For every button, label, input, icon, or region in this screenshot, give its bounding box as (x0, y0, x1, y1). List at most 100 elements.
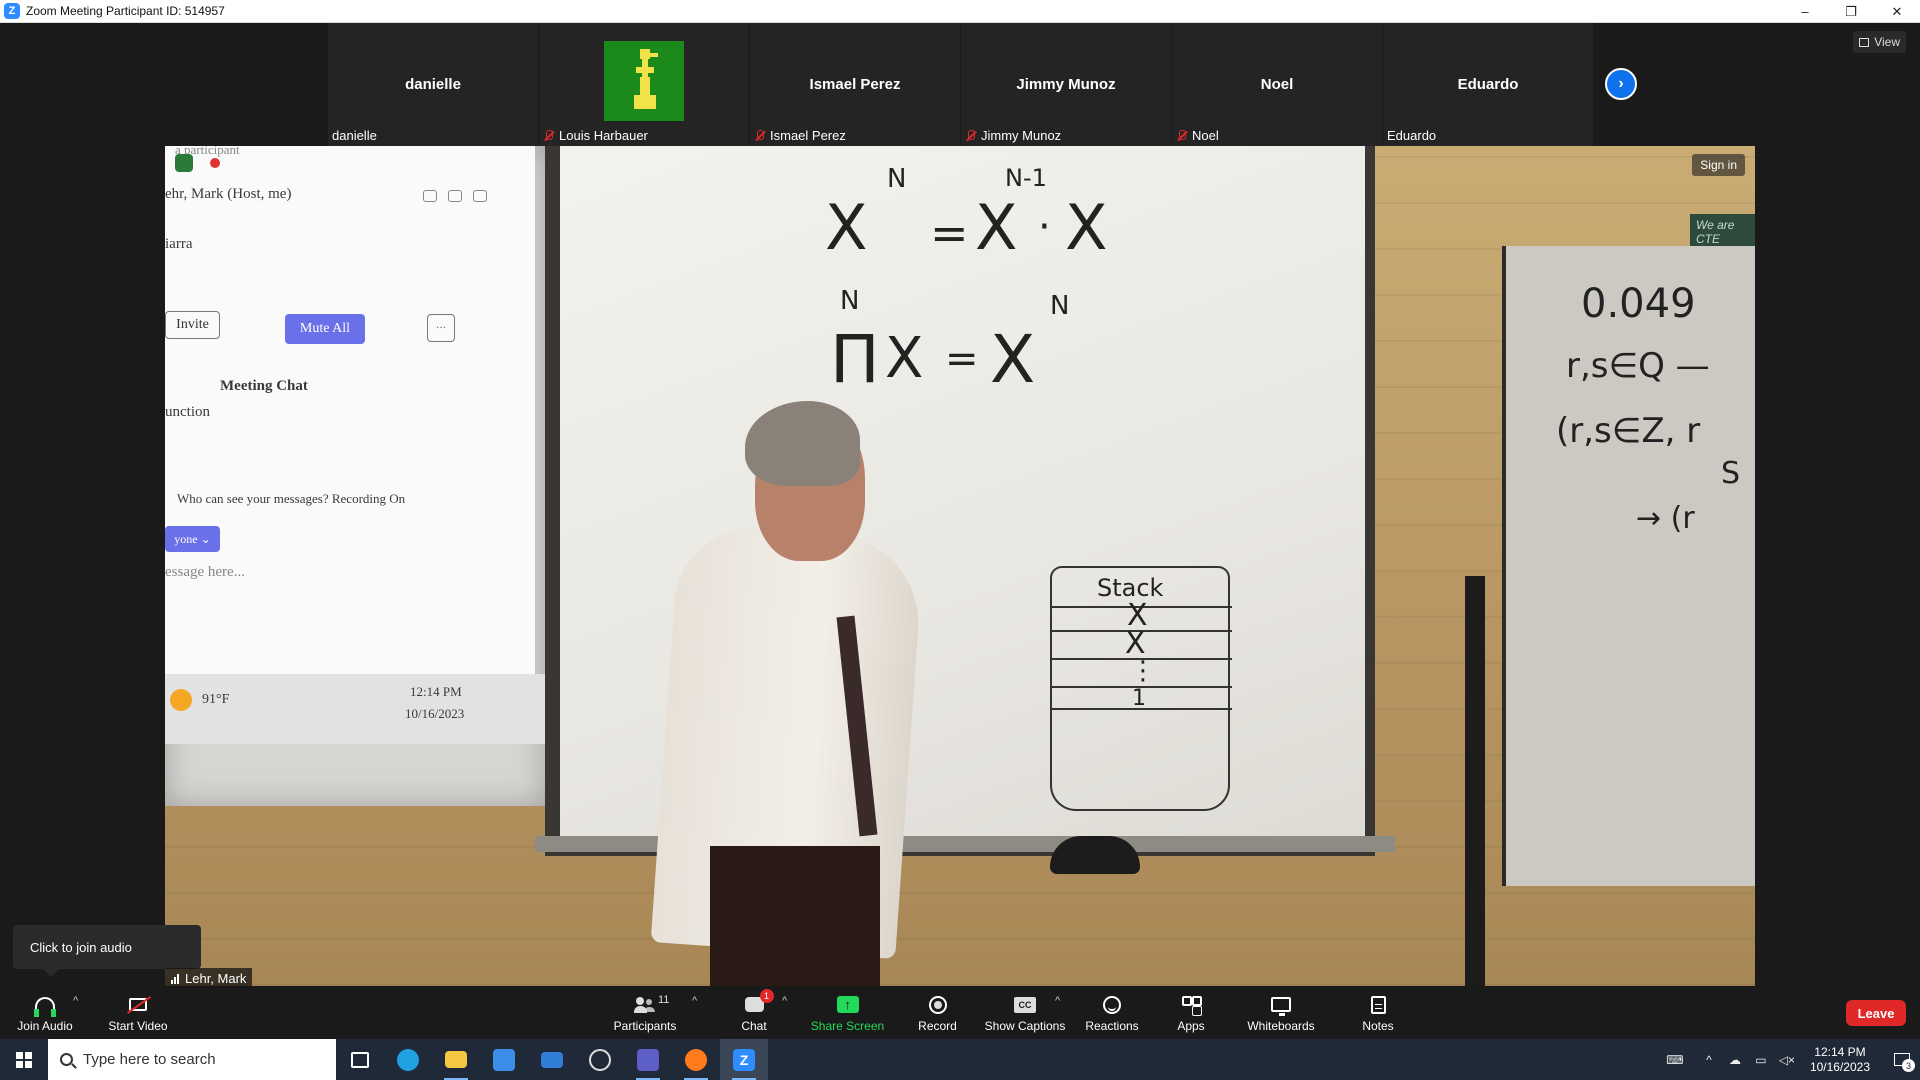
store-icon (493, 1048, 515, 1071)
apps-icon (1182, 995, 1202, 1014)
whiteboards-button[interactable]: Whiteboards (1240, 987, 1322, 1039)
chat-icon: 1 (744, 989, 774, 1012)
onedrive-cloud-icon[interactable]: ☁ (1722, 1039, 1748, 1080)
signal-strength-icon (171, 973, 179, 984)
window-titlebar: Z Zoom Meeting Participant ID: 514957 – … (0, 0, 1920, 23)
whiteboard-text: N (840, 286, 860, 316)
network-icon[interactable]: ▭ (1748, 1039, 1774, 1080)
taskbar-app-dev[interactable] (576, 1039, 624, 1080)
weather-sun-icon (170, 689, 192, 711)
participant-tile[interactable]: Eduardo Eduardo (1383, 23, 1593, 146)
leave-button[interactable]: Leave (1846, 1000, 1906, 1026)
whiteboard-text: 0.049 (1581, 281, 1696, 327)
zoom-logo-icon: Z (4, 3, 20, 19)
active-speaker-label: Lehr, Mark (165, 968, 253, 989)
projected-text: Meeting Chat (220, 378, 308, 394)
audio-options-caret-icon[interactable]: ^ (73, 995, 78, 1007)
whiteboard-text: = (930, 206, 969, 260)
whiteboard-text: (r,s∈Z, r (1556, 411, 1701, 451)
start-video-button[interactable]: Start Video (103, 987, 173, 1039)
minimize-button[interactable]: – (1782, 0, 1828, 23)
projected-button: yone ⌄ (165, 526, 220, 552)
record-button[interactable]: Record (905, 987, 970, 1039)
taskbar-app-explorer[interactable] (432, 1039, 480, 1080)
taskbar-app-mail[interactable] (528, 1039, 576, 1080)
code-app-icon (589, 1048, 611, 1071)
notification-center-button[interactable]: 3 (1884, 1039, 1920, 1080)
participant-name-label: Louis Harbauer (543, 128, 648, 143)
projected-text: Who can see your messages? Recording On (177, 491, 406, 506)
participants-caret-icon[interactable]: ^ (692, 995, 697, 1007)
volume-muted-icon[interactable]: ◁× (1774, 1039, 1800, 1080)
sign-in-button[interactable]: Sign in (1692, 154, 1745, 176)
participant-tile[interactable]: danielle danielle (328, 23, 538, 146)
participant-display-name: Jimmy Munoz (1016, 76, 1116, 93)
whiteboard-text: N (887, 164, 907, 194)
participants-button[interactable]: 11 Participants (605, 987, 685, 1039)
taskbar-app-store[interactable] (480, 1039, 528, 1080)
join-audio-tooltip: Click to join audio (13, 925, 201, 977)
restore-button[interactable]: ❐ (1828, 0, 1874, 23)
participant-tile[interactable]: Ismael Perez Ismael Perez (750, 23, 960, 146)
participant-tile[interactable]: Louis Harbauer (539, 23, 749, 146)
apps-button[interactable]: Apps (1165, 987, 1217, 1039)
participant-display-name: Eduardo (1457, 76, 1519, 93)
stack-drawing: Stack X X ⋮ 1 (1050, 566, 1232, 811)
board-stand (1465, 576, 1485, 986)
whiteboard-text: Π (830, 321, 880, 398)
record-icon (928, 995, 947, 1014)
reactions-button[interactable]: Reactions (1077, 987, 1147, 1039)
taskbar-clock[interactable]: 12:14 PM 10/16/2023 (1810, 1045, 1870, 1075)
participant-name: Louis Harbauer (559, 128, 648, 143)
taskbar-app-edge[interactable] (384, 1039, 432, 1080)
taskbar-search-box[interactable]: Type here to search (48, 1039, 336, 1080)
main-video: X N = X N-1 · X Π N X = X N Stack X X ⋮ (165, 146, 1755, 986)
projected-icon (473, 190, 487, 202)
file-explorer-icon (445, 1051, 467, 1068)
participants-icon (634, 996, 656, 1013)
headphone-icon (34, 996, 56, 1017)
task-view-icon (351, 1051, 369, 1068)
keyboard-icon[interactable]: ⌨ (1662, 1039, 1688, 1080)
chat-badge: 1 (759, 989, 774, 1003)
grid-view-icon (1859, 37, 1870, 47)
eraser (1050, 836, 1140, 874)
share-screen-icon: ↑ (836, 996, 859, 1013)
chat-button[interactable]: 1 Chat (724, 987, 784, 1039)
join-audio-label: Join Audio (17, 1018, 73, 1033)
captions-caret-icon[interactable]: ^ (1055, 995, 1060, 1007)
presenter-hair (745, 401, 860, 486)
whiteboard-text: N (1050, 291, 1070, 321)
view-button[interactable]: View (1853, 31, 1906, 53)
participant-tile[interactable]: Noel Noel (1172, 23, 1382, 146)
whiteboards-label: Whiteboards (1247, 1018, 1315, 1033)
chat-caret-icon[interactable]: ^ (782, 995, 787, 1007)
participant-name-label: Eduardo (1387, 128, 1436, 143)
start-button[interactable] (0, 1039, 48, 1080)
join-audio-button[interactable]: Join Audio (10, 987, 80, 1039)
close-button[interactable]: ✕ (1874, 0, 1920, 23)
projected-text: 10/16/2023 (405, 706, 465, 721)
whiteboard-text: X (1065, 191, 1108, 264)
share-screen-button[interactable]: ↑ Share Screen (805, 987, 890, 1039)
task-view-button[interactable] (336, 1039, 384, 1080)
recording-dot-icon (210, 158, 220, 168)
window-controls: – ❐ ✕ (1782, 0, 1920, 23)
wall-sign: We are CTE (1690, 214, 1755, 249)
next-page-arrow-icon[interactable]: › (1605, 68, 1637, 100)
participant-name-label: danielle (332, 128, 377, 143)
whiteboard-text: → (r (1636, 501, 1695, 536)
taskbar-app-zoom[interactable]: Z (720, 1039, 768, 1080)
projector-screen: a participant ehr, Mark (Host, me) iarra… (165, 146, 545, 806)
projected-zoom-window: a participant ehr, Mark (Host, me) iarra… (165, 146, 535, 674)
whiteboard-icon (1271, 997, 1291, 1016)
participant-tile[interactable]: Jimmy Munoz Jimmy Munoz (961, 23, 1171, 146)
notes-button[interactable]: Notes (1350, 987, 1406, 1039)
window-title: Zoom Meeting Participant ID: 514957 (26, 4, 225, 18)
firefox-icon (685, 1048, 707, 1071)
taskbar-app-teams[interactable] (624, 1039, 672, 1080)
side-whiteboard: 0.049 r,s∈Q — (r,s∈Z, r S → (r (1502, 246, 1755, 886)
show-hidden-icons-caret-icon[interactable]: ^ (1696, 1039, 1722, 1080)
taskbar-app-firefox[interactable] (672, 1039, 720, 1080)
participant-name: Eduardo (1387, 128, 1437, 143)
